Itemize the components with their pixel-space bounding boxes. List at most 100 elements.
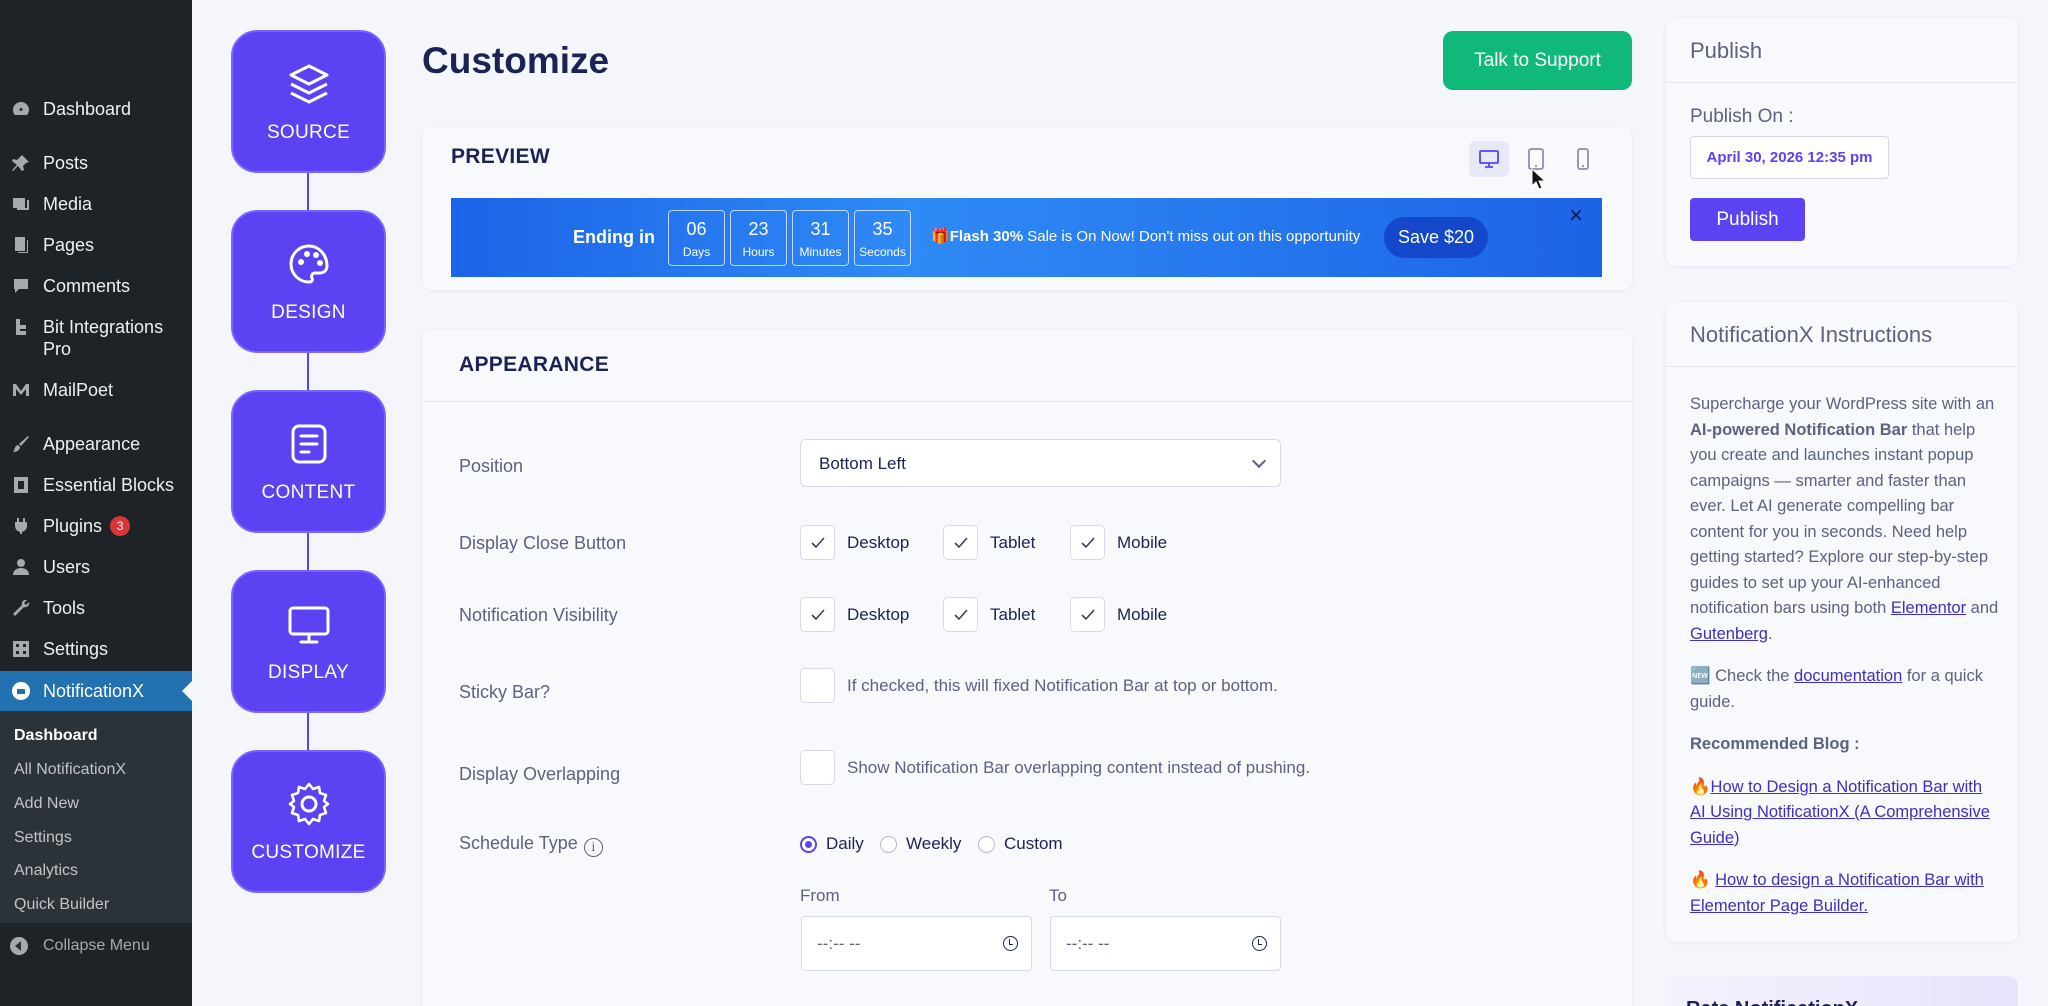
step-source[interactable]: SOURCE: [231, 30, 386, 173]
checkbox-box[interactable]: [800, 668, 835, 703]
recommended-blog-label: Recommended Blog :: [1690, 732, 2000, 758]
to-time-input[interactable]: --:-- --: [1050, 916, 1281, 971]
info-icon[interactable]: i: [583, 837, 603, 857]
menu-label: Pages: [43, 235, 95, 255]
menu-label: Media: [43, 194, 93, 214]
text: Check the: [1710, 667, 1795, 685]
visibility-mobile-checkbox[interactable]: Mobile: [1070, 597, 1167, 632]
checkbox-box[interactable]: [800, 525, 835, 560]
countdown-unit: Seconds: [859, 245, 906, 259]
menu-media[interactable]: Media: [0, 193, 192, 215]
menu-label: Settings: [43, 639, 109, 659]
documentation-link[interactable]: documentation: [1794, 667, 1902, 685]
step-customize[interactable]: CUSTOMIZE: [231, 750, 386, 893]
menu-settings[interactable]: Settings: [0, 638, 192, 660]
close-mobile-checkbox[interactable]: Mobile: [1070, 525, 1167, 560]
visibility-tablet-checkbox[interactable]: Tablet: [943, 597, 1035, 632]
checkbox-label: Tablet: [990, 604, 1036, 624]
menu-comments[interactable]: Comments: [0, 275, 192, 297]
menu-plugins[interactable]: Plugins 3: [0, 515, 192, 537]
visibility-desktop-checkbox[interactable]: Desktop: [800, 597, 909, 632]
check-icon: [1080, 608, 1095, 620]
menu-label: Tools: [43, 598, 86, 618]
menu-essential-blocks[interactable]: Essential Blocks: [0, 474, 192, 496]
overlap-description: Show Notification Bar overlapping conten…: [847, 757, 1311, 777]
radio-dot[interactable]: [800, 835, 817, 853]
countdown-value: 31: [810, 219, 831, 239]
instructions-body: Supercharge your WordPress site with an …: [1690, 392, 2000, 936]
close-icon[interactable]: ×: [1569, 202, 1583, 230]
position-label: Position: [459, 456, 524, 476]
close-tablet-checkbox[interactable]: Tablet: [943, 525, 1035, 560]
clock-icon[interactable]: [1003, 936, 1018, 951]
submenu-quick-builder[interactable]: Quick Builder: [14, 896, 109, 914]
desktop-preview-button[interactable]: [1469, 141, 1509, 177]
from-time-input[interactable]: --:-- --: [801, 916, 1032, 971]
step-content[interactable]: CONTENT: [231, 390, 386, 533]
rate-title: Rate NotificationX: [1686, 998, 1858, 1006]
fire-icon: 🔥: [1690, 871, 1711, 889]
mobile-preview-button[interactable]: [1563, 141, 1603, 177]
talk-to-support-button[interactable]: Talk to Support: [1443, 31, 1632, 90]
position-select[interactable]: Bottom Left: [800, 439, 1281, 487]
radio-dot[interactable]: [978, 835, 995, 853]
blog-link-elementor[interactable]: How to design a Notification Bar with El…: [1690, 871, 1984, 915]
menu-bit-integrations[interactable]: Bit Integrations Pro: [0, 316, 192, 360]
sticky-bar-checkbox[interactable]: If checked, this will fixed Notification…: [800, 668, 1278, 703]
time-placeholder: --:-- --: [1066, 934, 1110, 953]
menu-label: Essential Blocks: [43, 475, 175, 495]
checkbox-box[interactable]: [943, 525, 978, 560]
text-bold: AI-powered Notification Bar: [1690, 420, 1908, 439]
menu-posts[interactable]: Posts: [0, 152, 192, 174]
dashboard-icon: [10, 98, 32, 120]
submenu-settings[interactable]: Settings: [14, 829, 72, 847]
text: that help you create and launches instan…: [1690, 420, 1989, 618]
close-desktop-checkbox[interactable]: Desktop: [800, 525, 909, 560]
menu-mailpoet[interactable]: MailPoet: [0, 379, 192, 401]
publish-date-field[interactable]: April 30, 2026 12:35 pm: [1690, 136, 1889, 179]
submenu-dashboard[interactable]: Dashboard: [14, 727, 98, 745]
countdown-value: 23: [748, 219, 769, 239]
elementor-link[interactable]: Elementor: [1891, 599, 1966, 617]
schedule-custom-radio[interactable]: Custom: [978, 834, 1063, 854]
submenu-all-notificationx[interactable]: All NotificationX: [14, 761, 126, 779]
schedule-weekly-radio[interactable]: Weekly: [880, 834, 961, 854]
layers-icon: [289, 64, 328, 103]
checkbox-label: Mobile: [1117, 604, 1168, 624]
visibility-label: Notification Visibility: [459, 605, 618, 625]
checkbox-box[interactable]: [800, 750, 835, 785]
submenu-analytics[interactable]: Analytics: [14, 862, 78, 880]
step-design[interactable]: DESIGN: [231, 210, 386, 353]
menu-users[interactable]: Users: [0, 556, 192, 578]
clock-icon[interactable]: [1252, 936, 1267, 951]
checkbox-box[interactable]: [1070, 597, 1105, 632]
publish-button[interactable]: Publish: [1690, 198, 1805, 241]
collapse-label: Collapse Menu: [43, 937, 150, 954]
submenu-add-new[interactable]: Add New: [14, 795, 79, 813]
checkbox-box[interactable]: [800, 597, 835, 632]
gear-icon: [288, 782, 329, 825]
overlap-checkbox[interactable]: Show Notification Bar overlapping conten…: [800, 750, 1310, 785]
menu-tools[interactable]: Tools: [0, 597, 192, 619]
instructions-card: NotificationX Instructions Supercharge y…: [1666, 302, 2018, 942]
preview-card: PREVIEW Ending in 06 Days 23 Hours 31 Mi…: [422, 127, 1632, 290]
menu-dashboard[interactable]: Dashboard: [0, 98, 192, 120]
checkbox-box[interactable]: [1070, 525, 1105, 560]
blog-link-ai[interactable]: How to Design a Notification Bar with AI…: [1690, 778, 1990, 847]
sticky-bar-description: If checked, this will fixed Notification…: [847, 675, 1278, 695]
countdown-value: 35: [872, 219, 893, 239]
position-value: Bottom Left: [819, 454, 906, 473]
pin-icon: [10, 152, 32, 174]
menu-pages[interactable]: Pages: [0, 234, 192, 256]
gutenberg-link[interactable]: Gutenberg: [1690, 625, 1768, 643]
schedule-daily-radio[interactable]: Daily: [800, 834, 864, 854]
checkbox-box[interactable]: [943, 597, 978, 632]
save-button[interactable]: Save $20: [1384, 217, 1488, 258]
radio-dot[interactable]: [880, 835, 897, 853]
menu-appearance[interactable]: Appearance: [0, 433, 192, 455]
collapse-menu-button[interactable]: Collapse Menu: [10, 937, 150, 955]
menu-notificationx[interactable]: NotificationX: [0, 680, 192, 702]
step-display[interactable]: DISPLAY: [231, 570, 386, 713]
brush-icon: [10, 433, 32, 455]
menu-label: Dashboard: [43, 99, 132, 119]
